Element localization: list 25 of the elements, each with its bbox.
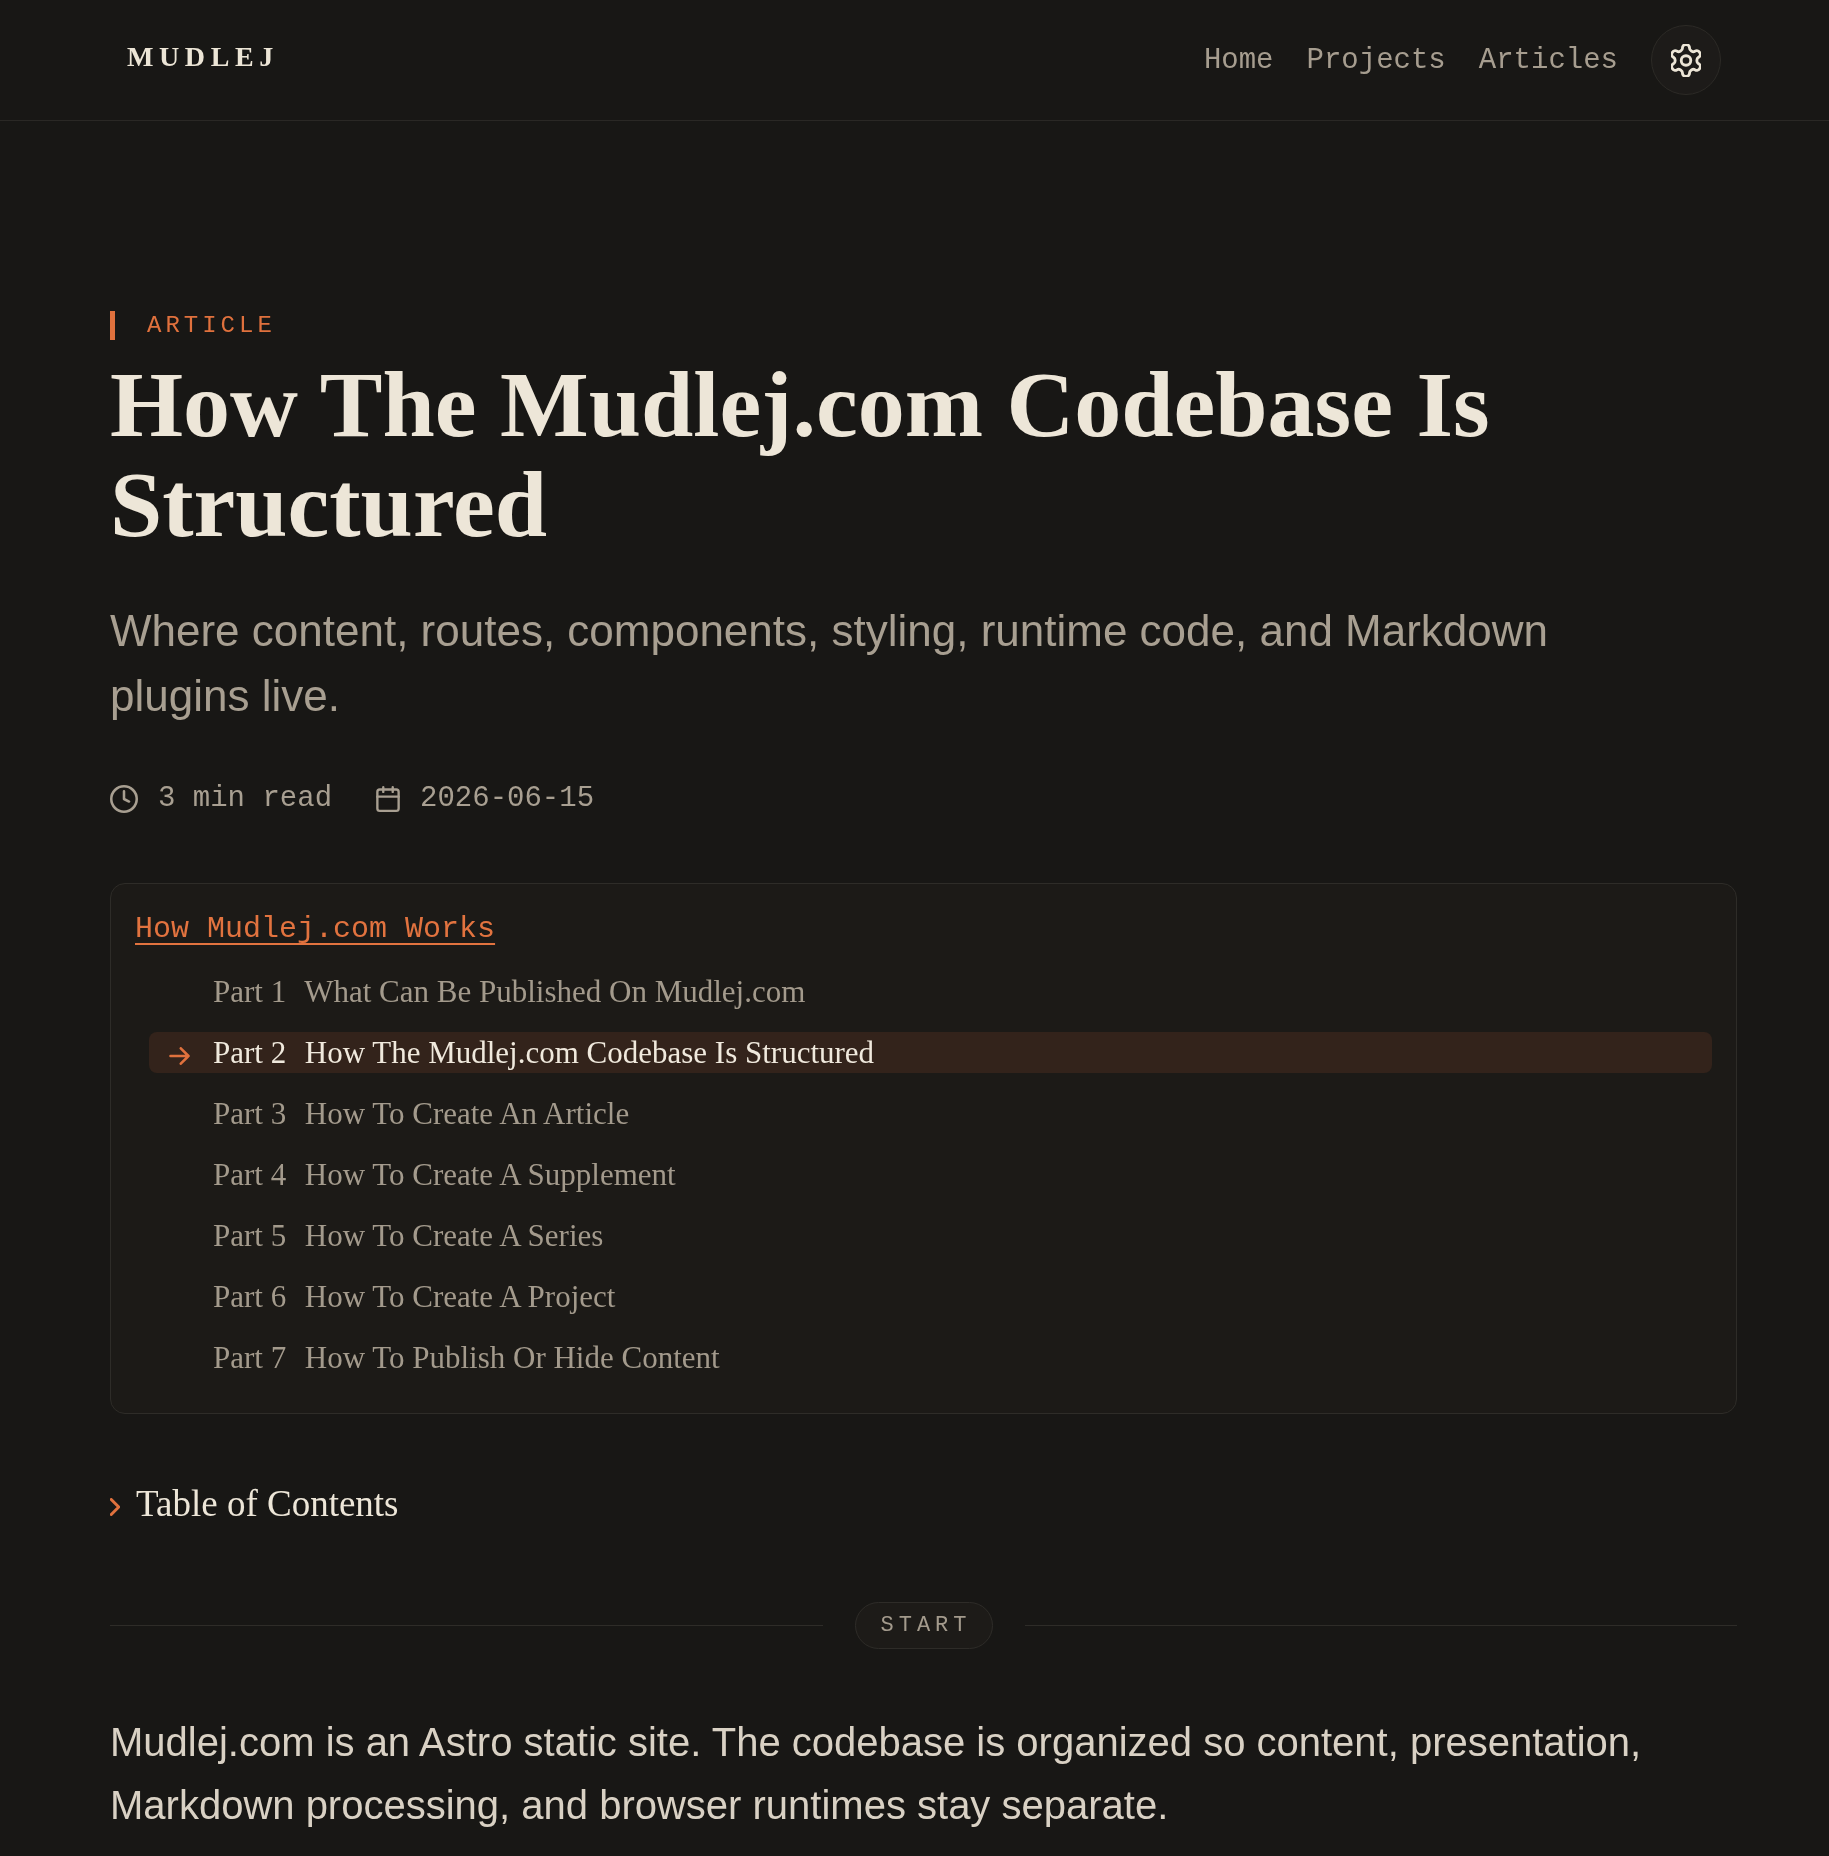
accent-bar-icon <box>110 311 115 340</box>
body-paragraph: Mudlej.com is an Astro static site. The codebase is organized so content, presentation, Markdown processing, and browser runtimes stay separate. <box>110 1719 1643 1829</box>
series-part-link[interactable]: Part 3 How To Create An Article <box>213 1093 630 1134</box>
series-part-link[interactable]: Part 2 How The Mudlej.com Codebase Is Structured <box>149 1032 1712 1073</box>
series-part-link[interactable]: Part 4 How To Create A Supplement <box>213 1154 676 1195</box>
series-part-link[interactable]: Part 7 How To Publish Or Hide Content <box>213 1337 720 1378</box>
series-part-link[interactable]: Part 1 What Can Be Published On Mudlej.com <box>213 971 806 1012</box>
series-title-link[interactable]: How Mudlej.com Works <box>135 909 496 949</box>
arrow-icon <box>169 1046 190 1065</box>
nav-link[interactable]: Projects <box>1306 43 1446 77</box>
settings-icon <box>1671 43 1701 77</box>
category-label: ARTICLE <box>147 311 276 340</box>
publish-date: 2026-06-15 <box>420 781 595 817</box>
nav-link[interactable]: Articles <box>1478 43 1618 77</box>
section-start-label: START <box>854 1602 993 1649</box>
nav-link[interactable]: Home <box>1203 43 1274 77</box>
toc-toggle[interactable]: Table of Contents <box>110 1480 399 1528</box>
reading-time: 3 min read <box>158 781 333 817</box>
clock-icon <box>110 785 138 813</box>
article-subtitle: Where content, routes, components, styling, runtime code, and Markdown plugins live. <box>110 605 1550 722</box>
series-part-link[interactable]: Part 5 How To Create A Series <box>213 1215 604 1256</box>
series-part-link[interactable]: Part 6 How To Create A Project <box>213 1276 616 1317</box>
calendar-icon <box>376 786 401 812</box>
article-title: How The Mudlej.com Codebase Is Structured <box>110 354 1491 554</box>
site-logo[interactable]: MUDLEJ <box>127 41 279 73</box>
